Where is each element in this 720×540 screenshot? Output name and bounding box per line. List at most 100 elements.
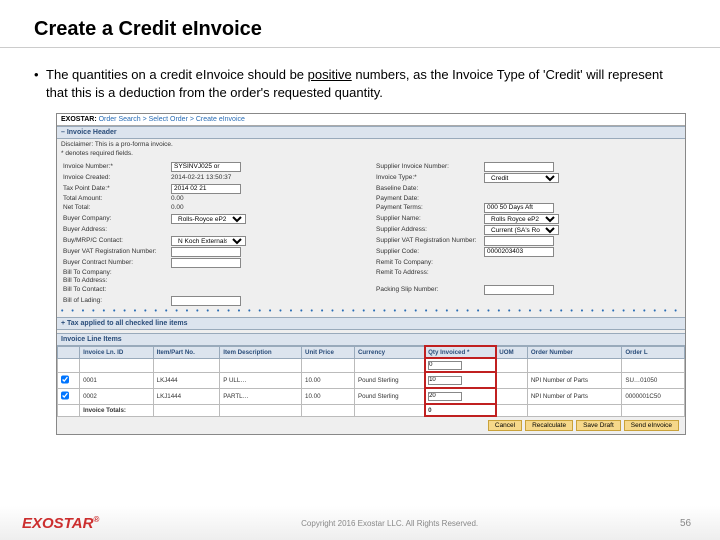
field-input[interactable] bbox=[484, 203, 554, 213]
field-label: Payment Terms: bbox=[376, 204, 481, 211]
send-einvoice-button[interactable]: Send eInvoice bbox=[624, 420, 679, 431]
field-input[interactable] bbox=[484, 162, 554, 172]
form-field: Tax Point Date:* bbox=[63, 184, 366, 194]
form-field: Baseline Date: bbox=[376, 184, 679, 194]
form-field: Buyer Address: bbox=[63, 225, 366, 235]
field-input[interactable] bbox=[171, 162, 241, 172]
field-input[interactable] bbox=[171, 296, 241, 306]
page-number: 56 bbox=[680, 518, 720, 529]
field-input[interactable] bbox=[484, 247, 554, 257]
field-select[interactable]: Rolls-Royce eP2 bbox=[171, 214, 246, 224]
col-header: Order Number bbox=[527, 346, 621, 358]
field-label: Payment Date: bbox=[376, 195, 481, 202]
qty-input[interactable] bbox=[428, 376, 462, 385]
field-label: Remit To Address: bbox=[376, 269, 481, 276]
app-screenshot: EXOSTAR: Order Search > Select Order > C… bbox=[56, 113, 686, 435]
section-line-items: Invoice Line Items bbox=[57, 333, 685, 346]
field-select[interactable]: Rolls Royce eP2 te bbox=[484, 214, 559, 224]
bullet-text: The quantities on a credit eInvoice shou… bbox=[46, 66, 686, 101]
qty-filter-input[interactable] bbox=[428, 361, 462, 370]
field-input[interactable] bbox=[171, 247, 241, 257]
field-value: 0.00 bbox=[171, 195, 184, 202]
form-field: Packing Slip Number: bbox=[376, 285, 679, 295]
field-label: Remit To Company: bbox=[376, 259, 481, 266]
cancel-button[interactable]: Cancel bbox=[488, 420, 522, 431]
form-field bbox=[376, 277, 679, 284]
field-label: Supplier VAT Registration Number: bbox=[376, 237, 481, 244]
section-invoice-header[interactable]: – Invoice Header bbox=[57, 126, 685, 139]
form-field: Bill To Contact: bbox=[63, 285, 366, 295]
field-label: Supplier Code: bbox=[376, 248, 481, 255]
recalculate-button[interactable]: Recalculate bbox=[525, 420, 573, 431]
field-input[interactable] bbox=[484, 285, 554, 295]
form-field: Remit To Address: bbox=[376, 269, 679, 276]
form-grid: Invoice Number:* Supplier Invoice Number:… bbox=[57, 160, 685, 308]
form-field: Buy/MRP/C Contact:N Koch Externals bbox=[63, 236, 366, 246]
form-field: Invoice Type:*Credit bbox=[376, 173, 679, 183]
row-checkbox[interactable] bbox=[61, 391, 69, 400]
form-field: Bill of Lading: bbox=[63, 296, 366, 306]
field-label: Invoice Number:* bbox=[63, 163, 168, 170]
col-header: Invoice Ln. ID bbox=[80, 346, 154, 358]
field-select[interactable]: Credit bbox=[484, 173, 559, 183]
field-label: Baseline Date: bbox=[376, 185, 481, 192]
field-label: Invoice Created: bbox=[63, 174, 168, 181]
col-header: Unit Price bbox=[302, 346, 355, 358]
field-label: Buyer Contract Number: bbox=[63, 259, 168, 266]
field-label: Supplier Address: bbox=[376, 226, 481, 233]
field-select[interactable]: Current (SA's Royce eP2 test vendor) bbox=[484, 225, 559, 235]
form-field: Supplier VAT Registration Number: bbox=[376, 236, 679, 246]
footer: EXOSTAR® Copyright 2016 Exostar LLC. All… bbox=[0, 506, 720, 540]
form-field: Payment Date: bbox=[376, 195, 679, 202]
line-items-table: Invoice Ln. IDItem/Part No.Item Descript… bbox=[57, 346, 685, 417]
col-header: Order L bbox=[622, 346, 685, 358]
totals-row: Invoice Totals:0 bbox=[58, 404, 685, 416]
field-label: Bill To Company: bbox=[63, 269, 168, 276]
form-field: Remit To Company: bbox=[376, 258, 679, 268]
field-select[interactable]: N Koch Externals bbox=[171, 236, 246, 246]
form-field: Invoice Number:* bbox=[63, 162, 366, 172]
form-field bbox=[376, 296, 679, 306]
table-row: 0001LKJ444P ULL…10.00Pound SterlingNPI N… bbox=[58, 372, 685, 388]
field-input[interactable] bbox=[484, 236, 554, 246]
breadcrumb: EXOSTAR: Order Search > Select Order > C… bbox=[57, 114, 685, 126]
form-field: Payment Terms: bbox=[376, 203, 679, 213]
dots-row: • • • • • • • • • • • • • • • • • • • • … bbox=[57, 308, 685, 317]
field-label: Tax Point Date:* bbox=[63, 185, 168, 192]
form-field: Supplier Code: bbox=[376, 247, 679, 257]
bullet-paragraph: • The quantities on a credit eInvoice sh… bbox=[0, 48, 720, 109]
field-label: Bill To Address: bbox=[63, 277, 168, 284]
filter-row bbox=[58, 358, 685, 372]
form-field: Buyer Company:Rolls-Royce eP2 bbox=[63, 214, 366, 224]
col-header: Currency bbox=[354, 346, 424, 358]
field-label: Buyer Company: bbox=[63, 215, 168, 222]
field-label: Supplier Invoice Number: bbox=[376, 163, 481, 170]
col-header bbox=[58, 346, 80, 358]
section-tax[interactable]: + Tax applied to all checked line items bbox=[57, 317, 685, 330]
field-value: 2014-02-21 13:50:37 bbox=[171, 174, 231, 181]
field-label: Packing Slip Number: bbox=[376, 286, 481, 293]
col-header: Item/Part No. bbox=[153, 346, 220, 358]
field-label: Buy/MRP/C Contact: bbox=[63, 237, 168, 244]
col-header: UOM bbox=[496, 346, 528, 358]
field-input[interactable] bbox=[171, 258, 241, 268]
form-field: Buyer VAT Registration Number: bbox=[63, 247, 366, 257]
field-input[interactable] bbox=[171, 184, 241, 194]
breadcrumb-path[interactable]: Order Search > Select Order > Create eIn… bbox=[99, 116, 245, 123]
field-label: Invoice Type:* bbox=[376, 174, 481, 181]
page-title: Create a Credit eInvoice bbox=[0, 0, 720, 48]
row-checkbox[interactable] bbox=[61, 375, 69, 384]
bullet-marker: • bbox=[34, 66, 46, 101]
form-field: Supplier Name:Rolls Royce eP2 te bbox=[376, 214, 679, 224]
field-label: Total Amount: bbox=[63, 195, 168, 202]
qty-input[interactable] bbox=[428, 392, 462, 401]
save-draft-button[interactable]: Save Draft bbox=[576, 420, 621, 431]
form-field: Total Amount:0.00 bbox=[63, 195, 366, 202]
button-bar: CancelRecalculateSave DraftSend eInvoice bbox=[57, 417, 685, 434]
field-label: Bill of Lading: bbox=[63, 297, 168, 304]
form-field: Bill To Address: bbox=[63, 277, 366, 284]
field-label: Buyer VAT Registration Number: bbox=[63, 248, 168, 255]
form-field: Supplier Invoice Number: bbox=[376, 162, 679, 172]
col-header: Qty Invoiced * bbox=[425, 346, 496, 358]
table-row: 0002LKJ1444PARTL…10.00Pound SterlingNPI … bbox=[58, 388, 685, 404]
